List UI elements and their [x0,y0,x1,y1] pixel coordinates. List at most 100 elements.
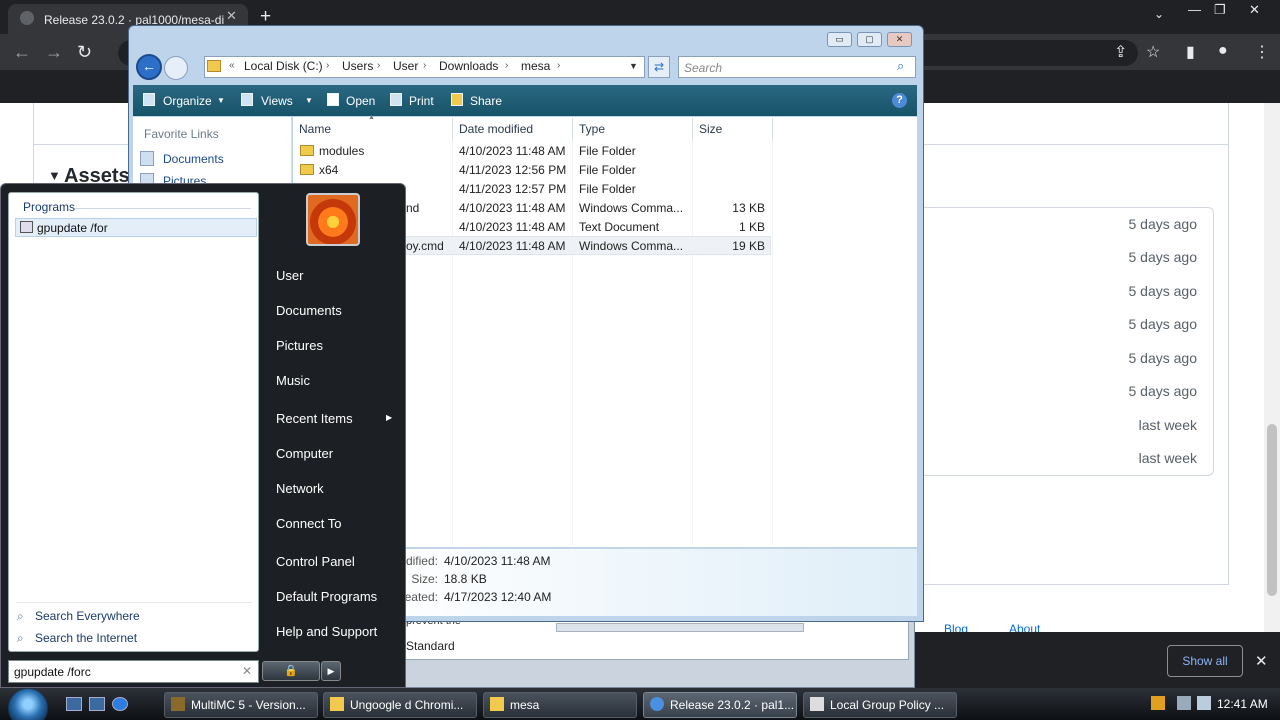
task-release-chrome[interactable]: Release 23.0.2 · pal1... [643,692,797,718]
minimize-button[interactable]: — [1188,2,1201,17]
start-item-computer[interactable]: Computer [276,446,333,461]
organize-dropdown-icon[interactable]: ▼ [217,96,225,105]
chrome-menu-icon[interactable]: ⋮ [1254,42,1270,62]
breadcrumb-local-disk[interactable]: Local Disk (C:) [244,59,323,73]
side-panel-icon[interactable]: ▮ [1186,42,1195,62]
start-search-input[interactable]: gpupdate /forc [8,660,259,683]
restore-button[interactable]: ❐ [1214,2,1226,18]
lock-button[interactable]: 🔒 [262,661,320,681]
breadcrumb-chevron-icon[interactable]: › [423,60,426,71]
volume-icon[interactable] [1197,696,1211,710]
task-local-group-policy[interactable]: Local Group Policy ... [803,692,957,718]
views-dropdown-icon[interactable]: ▼ [305,96,313,105]
page-scrollbar[interactable] [1264,103,1280,688]
console-program-icon [20,221,33,233]
search-icon: ⌕ [17,631,24,645]
tab-standard[interactable]: Standard [406,639,455,653]
scrollbar-thumb[interactable] [1267,424,1277,596]
breadcrumb-chevron-icon[interactable]: › [505,60,508,71]
explorer-search-input[interactable]: Search [678,56,916,78]
asset-date: 5 days ago [1128,249,1198,265]
breadcrumb-users[interactable]: Users [342,59,373,73]
download-bar-close-icon[interactable]: ✕ [1255,652,1268,670]
reload-button[interactable]: ↻ [77,42,92,63]
address-dropdown-icon[interactable]: ▼ [629,61,638,71]
print-button[interactable]: Print [409,94,434,108]
organize-icon [143,93,155,106]
switch-windows-icon[interactable] [89,697,105,711]
refresh-icon[interactable]: ⇄ [648,56,670,78]
explorer-close-button[interactable]: ✕ [887,32,912,47]
breadcrumb-chevron-icon[interactable]: › [557,60,560,71]
start-item-recent-items[interactable]: Recent Items [276,411,353,426]
breadcrumb-downloads[interactable]: Downloads [439,59,498,73]
assets-caret-icon[interactable]: ▼ [48,168,61,183]
explorer-back-button[interactable]: ← [136,54,162,80]
forward-button[interactable]: → [45,42,63,63]
share-button[interactable]: Share [470,94,502,108]
start-item-default-programs[interactable]: Default Programs [276,589,377,604]
breadcrumb-chevron-icon[interactable]: › [377,60,380,71]
nav-documents[interactable]: Documents [163,152,224,166]
views-button[interactable]: Views [261,94,293,108]
open-icon [327,93,339,106]
organize-button[interactable]: Organize [163,94,212,108]
start-item-help-and-support[interactable]: Help and Support [276,624,377,639]
task-mesa[interactable]: mesa [483,692,637,718]
explorer-forward-button[interactable] [164,56,188,80]
open-button[interactable]: Open [346,94,375,108]
column-separator[interactable] [452,118,453,140]
file-size: 13 KB [732,201,765,215]
show-desktop-icon[interactable] [66,697,82,711]
start-item-control-panel[interactable]: Control Panel [276,554,355,569]
column-separator[interactable] [572,118,573,140]
column-separator[interactable] [772,118,773,140]
horizontal-scrollbar[interactable] [556,623,804,632]
breadcrumb-overflow[interactable]: « [229,60,235,71]
bookmark-star-icon[interactable]: ☆ [1146,42,1160,62]
security-shield-icon[interactable] [1151,696,1165,710]
breadcrumb-user[interactable]: User [393,59,418,73]
breadcrumb-mesa[interactable]: mesa [521,59,550,73]
power-options-button[interactable]: ▶ [321,661,341,681]
network-icon[interactable] [1177,696,1191,710]
profile-icon[interactable]: ● [1218,42,1228,60]
task-label: Release 23.0.2 · pal1... [670,698,795,712]
breadcrumb-chevron-icon[interactable]: › [326,60,329,71]
column-size[interactable]: Size [699,122,722,136]
file-name: x64 [319,163,339,177]
clock[interactable]: 12:41 AM [1217,697,1268,711]
user-picture[interactable] [306,193,360,246]
task-label: mesa [510,698,540,712]
internet-explorer-icon[interactable] [112,697,128,711]
start-orb-button[interactable] [8,688,48,720]
column-type[interactable]: Type [579,122,605,136]
start-item-documents[interactable]: Documents [276,303,342,318]
tab-close-icon[interactable]: ✕ [226,8,237,24]
column-separator[interactable] [692,118,693,140]
search-everywhere-link[interactable]: Search Everywhere [35,609,140,623]
back-button[interactable]: ← [13,42,31,63]
task-multimc[interactable]: MultiMC 5 - Version... [164,692,318,718]
start-item-connect-to[interactable]: Connect To [276,516,342,531]
share-icon[interactable]: ⇪ [1114,42,1127,62]
task-ungoogled-chromium[interactable]: Ungoogle d Chromi... [323,692,477,718]
window-close-button[interactable]: ✕ [1249,2,1260,18]
programs-header: Programs [23,200,76,214]
start-item-pictures[interactable]: Pictures [276,338,323,353]
divider [75,208,251,209]
start-item-user[interactable]: User [276,268,303,283]
start-item-music[interactable]: Music [276,373,310,388]
clear-search-icon[interactable]: ✕ [242,664,252,678]
start-item-network[interactable]: Network [276,481,324,496]
print-icon [390,93,402,106]
search-icon[interactable]: ⌕ [897,58,904,74]
column-name[interactable]: Name [299,122,331,136]
search-internet-link[interactable]: Search the Internet [35,631,137,645]
help-icon[interactable]: ? [892,93,907,108]
show-all-button[interactable]: Show all [1167,645,1243,677]
column-date-modified[interactable]: Date modified [459,122,533,136]
tab-search-icon[interactable]: ⌄ [1154,7,1164,21]
explorer-minimize-button[interactable]: ▭ [827,32,852,47]
explorer-maximize-button[interactable]: ▢ [857,32,882,47]
